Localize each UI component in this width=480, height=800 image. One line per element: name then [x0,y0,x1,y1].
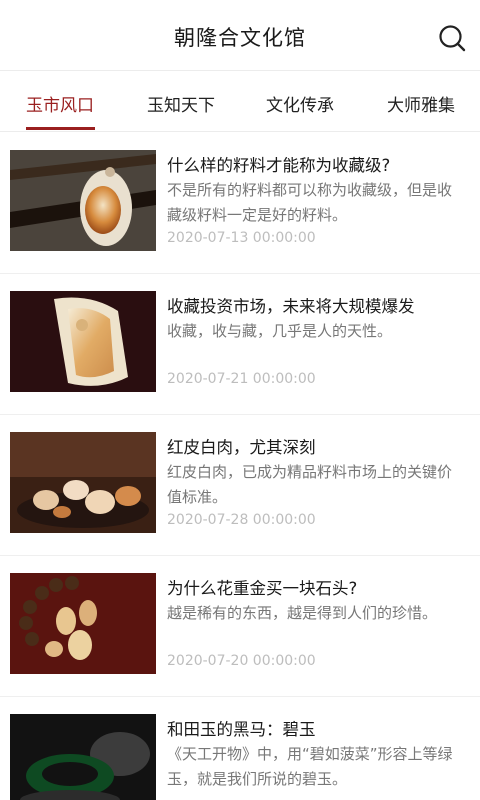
tab-jade-knowledge[interactable]: 玉知天下 [147,91,215,116]
app-header: 朝隆合文化馆 [0,0,480,70]
article-title: 收藏投资市场，未来将大规模爆发 [167,297,415,316]
list-item[interactable]: 什么样的籽料才能称为收藏级? 不是所有的籽料都可以称为收藏级，但是收藏级籽料一定… [0,133,480,274]
article-summary: 红皮白肉，已成为精品籽料市场上的关键价值标准。 [167,463,453,506]
list-item[interactable]: 红皮白肉，尤其深刻 红皮白肉，已成为精品籽料市场上的关键价值标准。 2020-0… [0,415,480,556]
tab-culture-heritage[interactable]: 文化传承 [266,91,334,116]
list-item[interactable]: 和田玉的黑马：碧玉 《天工开物》中，用“碧如菠菜”形容上等绿玉，就是我们所说的碧… [0,697,480,800]
article-thumbnail [10,432,156,533]
article-summary: 《天工开物》中，用“碧如菠菜”形容上等绿玉，就是我们所说的碧玉。 [167,745,453,788]
article-title: 什么样的籽料才能称为收藏级? [167,156,391,175]
tab-master-gathering[interactable]: 大师雅集 [387,91,455,116]
article-summary: 越是稀有的东西，越是得到人们的珍惜。 [167,604,438,622]
article-thumbnail [10,291,156,392]
article-summary: 收藏，收与藏，几乎是人的天性。 [167,322,393,340]
active-tab-indicator [26,127,95,130]
tab-jade-market[interactable]: 玉市风口 [26,91,94,116]
list-item[interactable]: 收藏投资市场，未来将大规模爆发 收藏，收与藏，几乎是人的天性。 2020-07-… [0,274,480,415]
article-thumbnail [10,150,156,251]
category-tabs: 玉市风口 玉知天下 文化传承 大师雅集 [0,70,480,132]
article-date: 2020-07-21 00:00:00 [167,371,316,387]
article-date: 2020-07-28 00:00:00 [167,512,316,528]
article-date: 2020-07-20 00:00:00 [167,653,316,669]
search-icon[interactable] [438,24,466,52]
article-thumbnail [10,714,156,800]
article-summary: 不是所有的籽料都可以称为收藏级，但是收藏级籽料一定是好的籽料。 [167,181,453,224]
article-title: 为什么花重金买一块石头? [167,579,358,598]
article-date: 2020-07-13 00:00:00 [167,230,316,246]
article-title: 红皮白肉，尤其深刻 [167,438,316,457]
list-item[interactable]: 为什么花重金买一块石头? 越是稀有的东西，越是得到人们的珍惜。 2020-07-… [0,556,480,697]
article-title: 和田玉的黑马：碧玉 [167,720,316,739]
article-thumbnail [10,573,156,674]
page-title: 朝隆合文化馆 [174,26,306,50]
